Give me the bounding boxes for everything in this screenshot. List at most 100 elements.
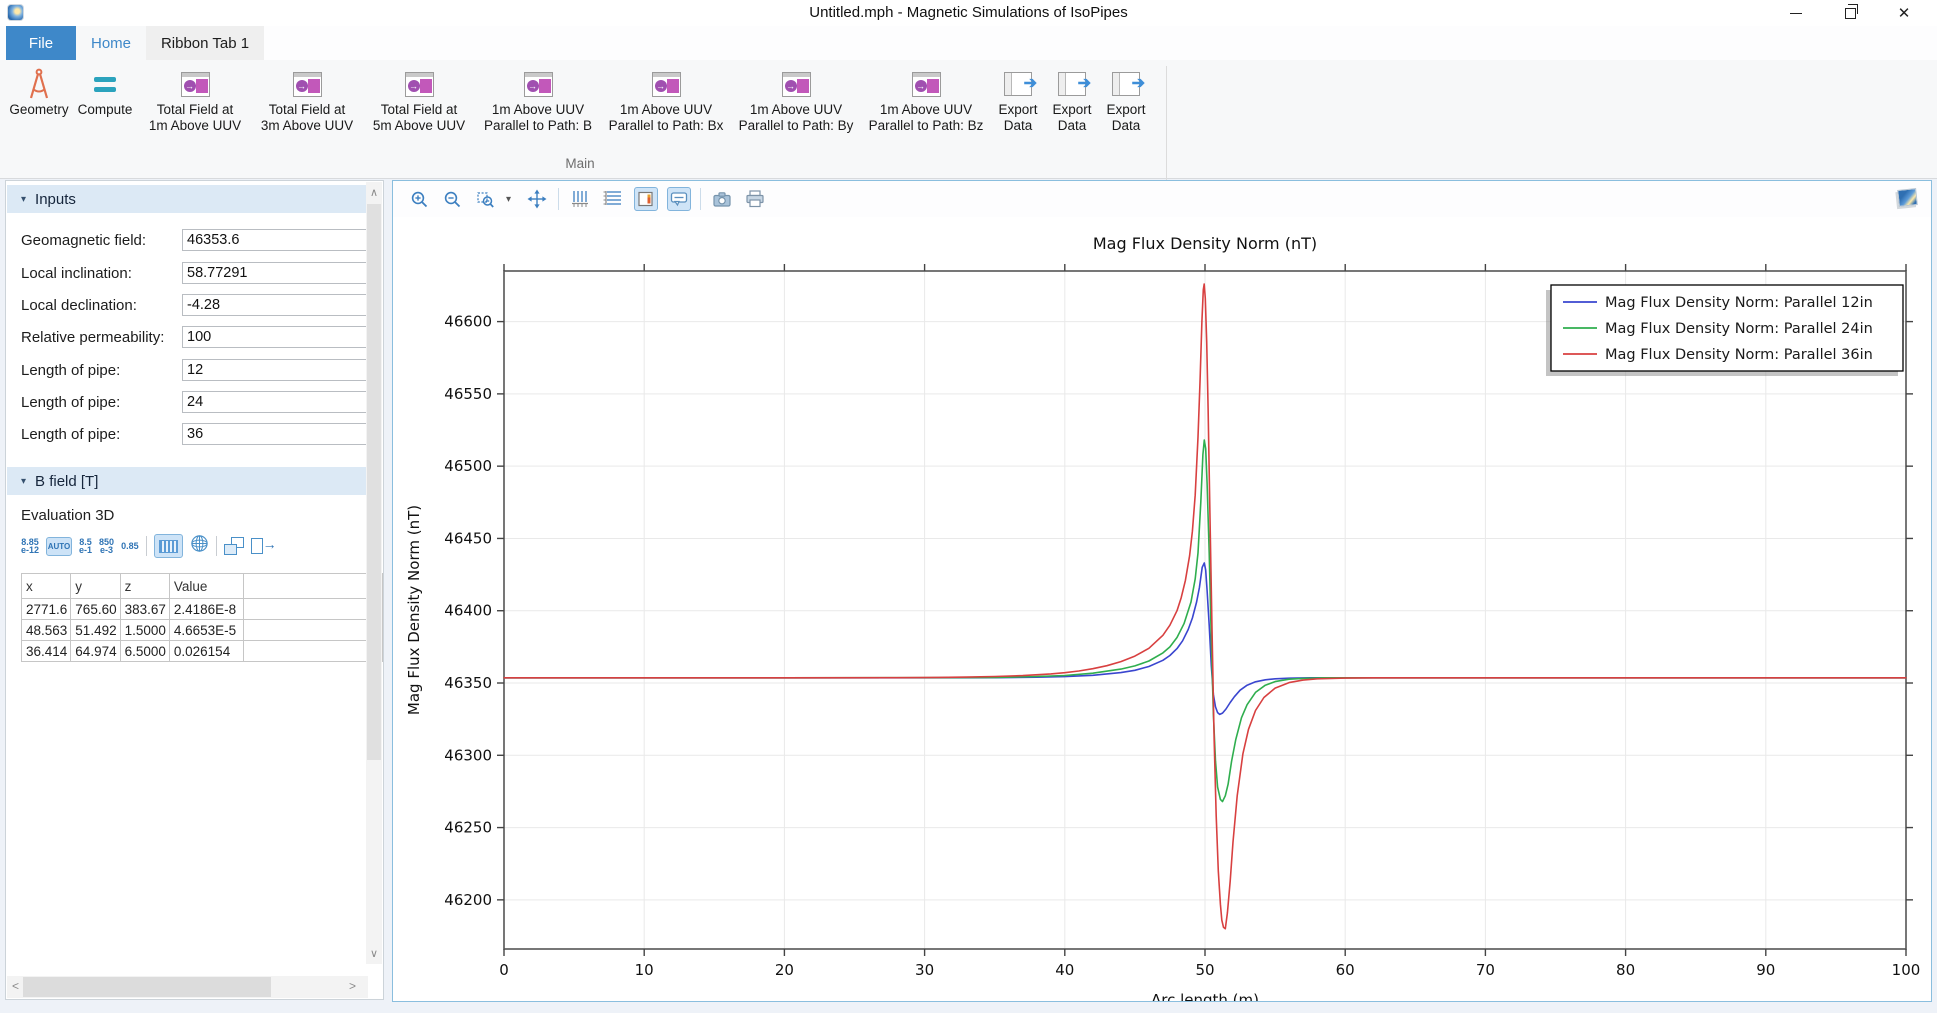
precision-850e-3-button[interactable]: 850e-3 (99, 538, 114, 555)
auto-precision-button[interactable]: AUTO (46, 537, 72, 556)
inputs-section-header[interactable]: ▾ Inputs (7, 185, 368, 213)
table-view-button[interactable] (154, 534, 183, 558)
parallel-path-b-button[interactable]: → 1m Above UUV Parallel to Path: B (476, 64, 600, 133)
export-data-button-1[interactable]: ➔ Export Data (992, 64, 1044, 133)
app-window: { "window": { "title": "Untitled.mph - M… (0, 0, 1937, 1013)
col-header-y[interactable]: y (71, 574, 120, 599)
geomagnetic-field-input[interactable] (182, 229, 372, 251)
svg-text:46350: 46350 (444, 674, 492, 692)
export-table-button[interactable]: → (251, 537, 275, 555)
export-data-button-3[interactable]: ➔ Export Data (1100, 64, 1152, 133)
table-icon (159, 540, 178, 553)
scrollbar-thumb[interactable] (23, 977, 271, 997)
y-grid-button[interactable] (601, 187, 625, 211)
tab-ribbon-tab-1[interactable]: Ribbon Tab 1 (146, 26, 264, 60)
toolbar-separator (146, 536, 147, 556)
scroll-right-icon[interactable]: > (349, 979, 356, 993)
table-row[interactable]: 36.414 64.974 6.5000 0.026154 (22, 641, 383, 662)
tab-home[interactable]: Home (76, 26, 146, 60)
table-row[interactable]: 2771.6 765.60 383.67 2.4186E-8 (22, 599, 383, 620)
parallel-path-bz-button[interactable]: → 1m Above UUV Parallel to Path: Bz (862, 64, 990, 133)
tab-file[interactable]: File (6, 26, 76, 60)
total-field-5m-button[interactable]: → Total Field at 5m Above UUV (364, 64, 474, 133)
scrollbar-thumb[interactable] (367, 204, 381, 760)
window-title: Untitled.mph - Magnetic Simulations of I… (0, 4, 1937, 21)
field-label: Geomagnetic field: (21, 232, 146, 249)
precision-0.85-button[interactable]: 0.85 (121, 542, 139, 551)
precision-8.5e-1-button[interactable]: 8.5e-1 (79, 538, 92, 555)
field-row: Relative permeability: (6, 326, 383, 350)
parallel-path-by-button[interactable]: → 1m Above UUV Parallel to Path: By (732, 64, 860, 133)
relative-permeability-input[interactable] (182, 326, 372, 348)
evaluation-table[interactable]: x y z Value 2771.6 765.60 383.67 2.4186E… (21, 573, 383, 662)
tooltip-toggle-button[interactable] (667, 187, 691, 211)
cell (243, 641, 382, 662)
settings-panel: ▾ Inputs Geomagnetic field: Local inclin… (5, 180, 384, 1000)
evaluation-3d-label: Evaluation 3D (21, 507, 114, 524)
zoom-in-button[interactable] (407, 187, 431, 211)
restore-button[interactable] (1833, 0, 1867, 26)
cell: 0.026154 (169, 641, 243, 662)
cell (243, 620, 382, 641)
minimize-button[interactable] (1779, 0, 1813, 26)
collapse-triangle-icon: ▾ (21, 476, 26, 487)
horizontal-scrollbar[interactable]: < > (7, 976, 368, 998)
col-header-value[interactable]: Value (169, 574, 243, 599)
button-label: Export (1052, 102, 1091, 118)
svg-text:Mag Flux Density Norm (nT): Mag Flux Density Norm (nT) (405, 505, 423, 715)
zoom-dropdown-caret-icon[interactable]: ▾ (506, 194, 516, 205)
pipe-length-12-input[interactable] (182, 359, 372, 381)
local-inclination-input[interactable] (182, 262, 372, 284)
total-field-1m-button[interactable]: → Total Field at 1m Above UUV (140, 64, 250, 133)
button-label: 1m Above UUV (620, 102, 712, 118)
field-label: Length of pipe: (21, 394, 120, 411)
close-button[interactable]: ✕ (1887, 0, 1921, 26)
bfield-section-header[interactable]: ▾ B field [T] (7, 467, 368, 495)
total-field-3m-button[interactable]: → Total Field at 3m Above UUV (252, 64, 362, 133)
field-label: Local inclination: (21, 265, 132, 282)
svg-text:80: 80 (1616, 961, 1635, 979)
field-label: Local declination: (21, 297, 137, 314)
sphere-plot-button[interactable] (190, 534, 209, 558)
zoom-box-button[interactable] (473, 187, 497, 211)
ribbon-group-main: Geometry Compute → Total Field at 1m Abo… (8, 64, 1152, 133)
pipe-length-36-input[interactable] (182, 423, 372, 445)
geometry-button[interactable]: Geometry (8, 64, 70, 133)
button-label: Data (1058, 118, 1087, 134)
color-legend-toggle-button[interactable] (634, 187, 658, 211)
print-button[interactable] (743, 187, 767, 211)
copy-table-button[interactable] (224, 537, 244, 555)
cell: 51.492 (71, 620, 120, 641)
plot-window-icon: → (912, 66, 941, 102)
table-row[interactable]: 48.563 51.492 1.5000 4.6653E-5 (22, 620, 383, 641)
x-grid-button[interactable] (568, 187, 592, 211)
table-header-row: x y z Value (22, 574, 383, 599)
plot-window-icon: → (181, 66, 210, 102)
toolbar-separator (558, 188, 559, 210)
button-label: 1m Above UUV (492, 102, 584, 118)
local-declination-input[interactable] (182, 294, 372, 316)
cell: 36.414 (22, 641, 71, 662)
export-data-button-2[interactable]: ➔ Export Data (1046, 64, 1098, 133)
compute-button[interactable]: Compute (72, 64, 138, 133)
field-row: Length of pipe: (6, 391, 383, 415)
col-header-z[interactable]: z (120, 574, 169, 599)
minimize-icon (1790, 13, 1802, 14)
scroll-down-icon[interactable]: ∨ (366, 947, 382, 960)
close-icon: ✕ (1898, 6, 1911, 21)
svg-text:46550: 46550 (444, 385, 492, 403)
precision-8.85e-12-button[interactable]: 8.85e-12 (21, 538, 39, 555)
vertical-scrollbar[interactable]: ∧ ∨ (366, 182, 382, 964)
plot-canvas[interactable]: 0102030405060708090100462004625046300463… (393, 217, 1931, 1001)
snapshot-camera-button[interactable] (710, 187, 734, 211)
plot-window-icon: → (524, 66, 553, 102)
scroll-left-icon[interactable]: < (12, 979, 19, 993)
pipe-length-24-input[interactable] (182, 391, 372, 413)
field-row: Local inclination: (6, 262, 383, 286)
scroll-up-icon[interactable]: ∧ (366, 186, 382, 199)
parallel-path-bx-button[interactable]: → 1m Above UUV Parallel to Path: Bx (602, 64, 730, 133)
svg-text:46200: 46200 (444, 891, 492, 909)
zoom-extents-button[interactable] (525, 187, 549, 211)
col-header-x[interactable]: x (22, 574, 71, 599)
zoom-out-button[interactable] (440, 187, 464, 211)
